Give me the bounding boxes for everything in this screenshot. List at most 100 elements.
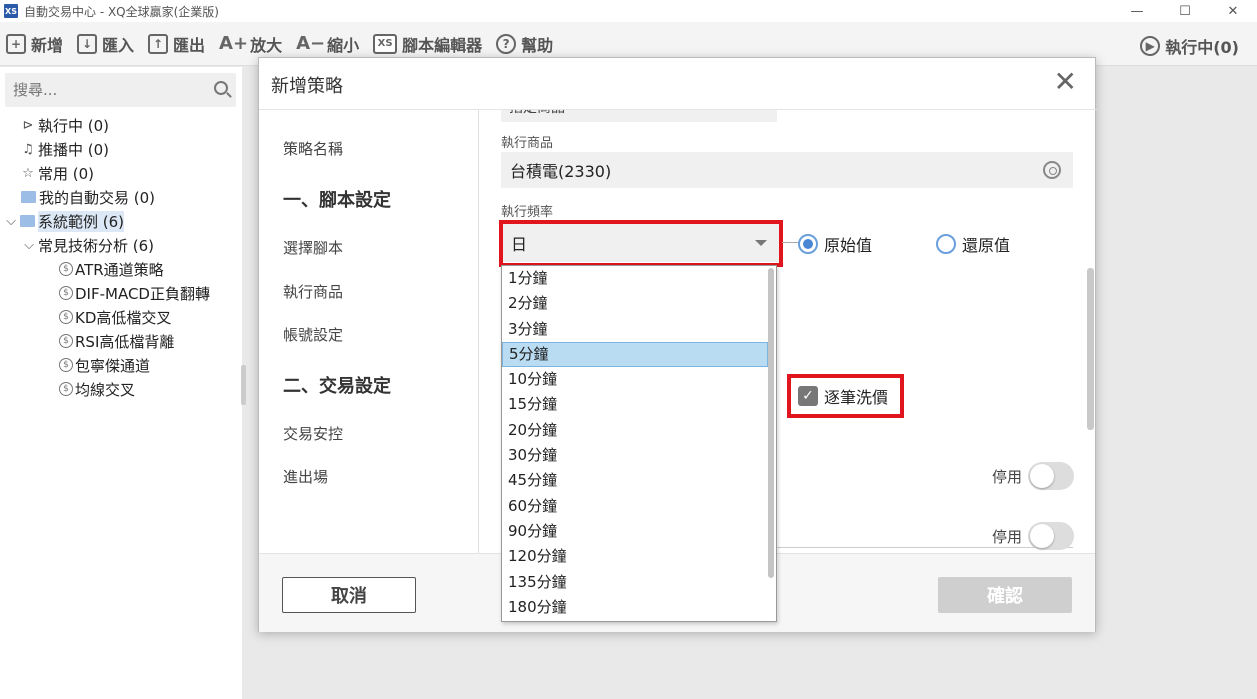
search-icon[interactable] [214,81,228,95]
dropdown-option[interactable]: 10分鐘 [502,367,768,392]
import-button[interactable]: ↓ 匯入 [77,32,134,56]
star-icon: ☆ [22,165,34,181]
tree-item-pushing[interactable]: ♫ 推播中 (0) [0,137,242,161]
tree-item-label: 常見技術分析 (6) [38,236,155,255]
freq-label: 執行頻率 [501,205,554,220]
dollar-coin-icon: $ [59,310,73,324]
tree-item-strategy[interactable]: $ 包寧傑通道 [0,353,242,377]
disable-toggle[interactable] [1028,522,1074,550]
chevron-down-icon[interactable]: ⌵ [4,214,18,229]
dropdown-option[interactable]: 20分鐘 [502,418,768,443]
tree-item-system-examples[interactable]: ⌵ 系統範例 (6) [0,209,242,233]
dropdown-option[interactable]: 180分鐘 [502,595,768,620]
search-box[interactable] [5,73,236,107]
cancel-button[interactable]: 取消 [282,577,416,613]
export-button[interactable]: ↑ 匯出 [148,32,205,56]
disable-toggle[interactable] [1028,462,1074,490]
gear-icon[interactable] [1043,161,1061,179]
toggle-label: 停用 [991,527,1022,546]
tree-item-strategy[interactable]: $ ATR通道策略 [0,257,242,281]
dropdown-option[interactable]: 60分鐘 [502,494,768,519]
new-button[interactable]: + 新增 [6,32,63,56]
tree-item-strategy[interactable]: $ KD高低檔交叉 [0,305,242,329]
tick-wash-label: 逐筆洗價 [824,388,889,407]
disable-toggle-row: 停用 [992,462,1074,490]
tree-item-strategy[interactable]: $ 均線交叉 [0,377,242,401]
maximize-button[interactable]: ☐ [1161,0,1209,22]
new-file-icon: + [6,33,26,54]
zoom-in-button[interactable]: A+ 放大 [219,32,282,56]
dialog-nav: 策略名稱 一、腳本設定 選擇腳本 執行商品 帳號設定 二、交易設定 交易安控 進… [259,110,479,553]
dropdown-option[interactable]: 30分鐘 [502,443,768,468]
minimize-button[interactable]: — [1113,0,1161,22]
export-icon: ↑ [148,33,169,54]
strategy-label: 包寧傑通道 [75,356,151,375]
window-title: 自動交易中心 - XQ全球贏家(企業版) [24,4,219,19]
search-input[interactable] [13,81,203,99]
tree-item-label: 執行中 (0) [38,116,110,135]
dropdown-option[interactable]: 45分鐘 [502,468,768,493]
running-button[interactable]: ▶ 執行中(0) [1140,34,1239,58]
bell-icon: ♫ [22,141,34,157]
dollar-coin-icon: $ [59,382,73,396]
zoom-out-label: 縮小 [327,35,360,55]
nav-account-settings[interactable]: 帳號設定 [283,324,343,345]
panel-splitter-handle[interactable] [241,365,246,405]
specified-symbol-field[interactable]: 指定商品 [501,110,777,122]
script-editor-button[interactable]: XS 腳本編輯器 [373,32,482,56]
nav-section-trading: 二、交易設定 [283,376,391,397]
tree-item-strategy[interactable]: $ DIF-MACD正負翻轉 [0,281,242,305]
radio-original[interactable]: 原始值 [798,232,872,256]
script-editor-icon: XS [373,33,398,54]
nav-section-script: 一、腳本設定 [283,190,391,211]
script-editor-label: 腳本編輯器 [402,35,483,55]
radio-restored[interactable]: 還原值 [936,232,1010,256]
dropdown-option-highlighted[interactable]: 5分鐘 [502,341,768,368]
font-decrease-icon: A− [296,33,326,54]
dropdown-scrollbar[interactable] [768,268,774,578]
nav-exec-symbol[interactable]: 執行商品 [283,281,343,302]
play-circle-icon: ⊳ [22,117,34,133]
nav-strategy-name[interactable]: 策略名稱 [283,138,343,159]
window-controls: — ☐ ✕ [1113,0,1257,22]
close-window-button[interactable]: ✕ [1209,0,1257,22]
dropdown-option[interactable]: 3分鐘 [502,317,768,342]
tree-item-running[interactable]: ⊳ 執行中 (0) [0,113,242,137]
folder-icon [21,191,36,203]
zoom-in-label: 放大 [250,35,283,55]
nav-entry-exit[interactable]: 進出場 [283,466,328,487]
tick-wash-checkbox[interactable]: ✓ 逐筆洗價 [787,374,904,418]
sidebar: ⊳ 執行中 (0) ♫ 推播中 (0) ☆ 常用 (0) 我的自動交易 (0) … [0,67,242,699]
dropdown-option[interactable]: 2分鐘 [502,291,768,316]
close-icon[interactable]: ✕ [1054,68,1077,96]
vertical-scrollbar[interactable] [1087,268,1094,430]
highlight-box [499,220,783,267]
import-label: 匯入 [102,35,135,55]
nav-select-script[interactable]: 選擇腳本 [283,237,343,258]
strategy-label: 均線交叉 [75,380,136,399]
dropdown-option[interactable]: 90分鐘 [502,519,768,544]
dollar-coin-icon: $ [59,334,73,348]
exec-symbol-value: 台積電(2330) [510,162,612,181]
radio-original-label: 原始值 [824,236,873,255]
exec-symbol-field[interactable]: 台積電(2330) [501,152,1073,188]
divider [782,242,798,243]
zoom-out-button[interactable]: A− 縮小 [296,32,359,56]
tree-item-strategy[interactable]: $ RSI高低檔背離 [0,329,242,353]
strategy-label: ATR通道策略 [75,260,164,279]
confirm-button[interactable]: 確認 [938,577,1072,613]
tree-item-common-ta[interactable]: ⌵ 常見技術分析 (6) [0,233,242,257]
dropdown-option[interactable]: 15分鐘 [502,392,768,417]
tree-item-favorites[interactable]: ☆ 常用 (0) [0,161,242,185]
chevron-down-icon[interactable]: ⌵ [22,238,36,253]
help-label: 幫助 [521,35,554,55]
dollar-coin-icon: $ [59,262,73,276]
help-button[interactable]: ? 幫助 [496,32,553,56]
dropdown-option[interactable]: 135分鐘 [502,570,768,595]
nav-trade-control[interactable]: 交易安控 [283,423,343,444]
tree-item-my-auto-trading[interactable]: 我的自動交易 (0) [0,185,242,209]
dropdown-option[interactable]: 120分鐘 [502,544,768,569]
dropdown-option[interactable]: 1分鐘 [502,266,768,291]
tree-item-label: 系統範例 (6) [38,210,125,232]
dollar-coin-icon: $ [59,286,73,300]
